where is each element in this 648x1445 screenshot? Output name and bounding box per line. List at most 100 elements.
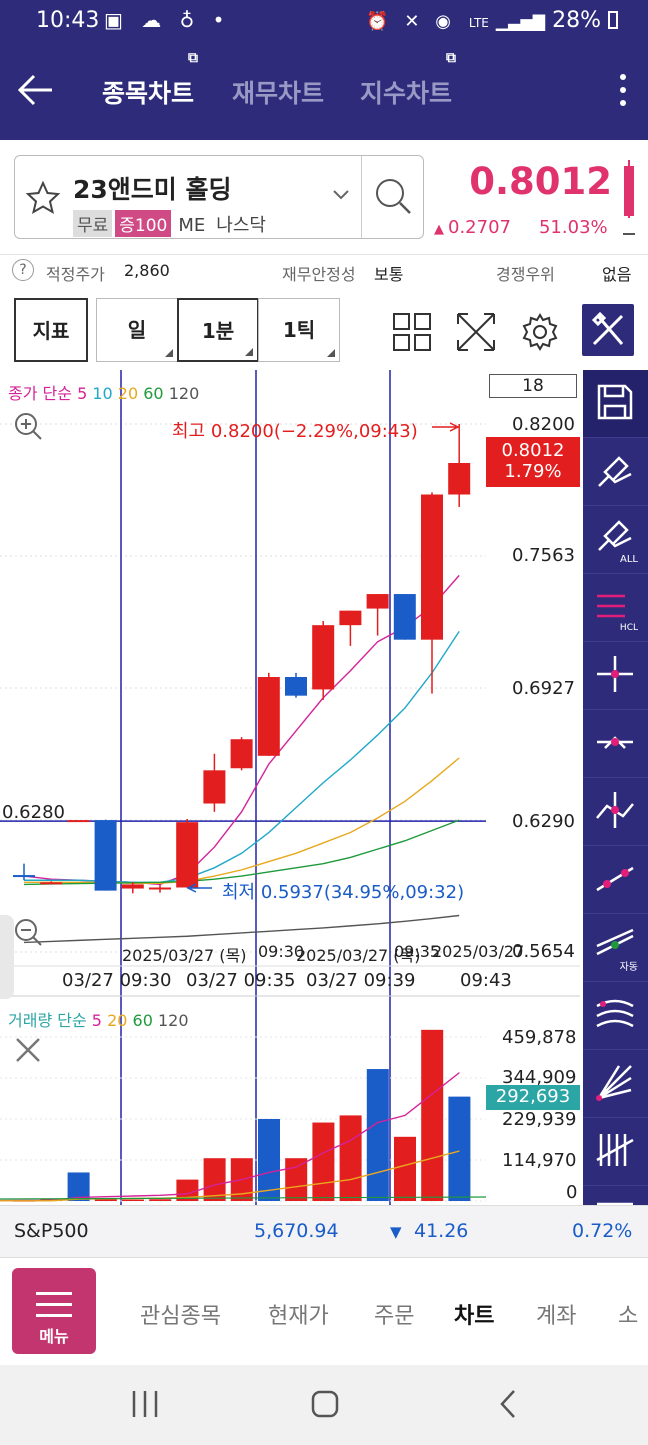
more-menu-icon[interactable]: [616, 70, 630, 110]
candle-body: [176, 822, 199, 888]
side-drawer-handle[interactable]: [0, 915, 14, 999]
top-bar: 10:43 ▣ ☁ ♁ • ⏰ ✕ ◉ LTE ▁▃▅▇ 28% 종목차트 ⧉ …: [0, 0, 648, 140]
zoom-out-icon[interactable]: [12, 916, 44, 948]
x-time-label: 03/27 09:30: [62, 970, 172, 991]
fan-lines-icon: [596, 1065, 632, 1101]
vol-y-tick-label: 229,939: [502, 1109, 577, 1130]
chevron-down-icon[interactable]: [331, 188, 351, 202]
home-icon[interactable]: [310, 1387, 340, 1421]
gear-icon[interactable]: [520, 312, 560, 352]
eraser-all-icon: [598, 520, 632, 551]
y-tick-label: 0.6927: [512, 678, 575, 699]
fair-price-label: 적정주가: [46, 265, 105, 284]
candle-body: [13, 875, 35, 878]
tab-financial-chart[interactable]: 재무차트: [232, 74, 324, 110]
back-nav-icon[interactable]: [494, 1387, 524, 1421]
period-1min-button[interactable]: 1분: [177, 298, 259, 362]
low-annotation: 최저 0.5937(34.95%,09:32): [222, 882, 465, 903]
eraser-all-tool[interactable]: ALL: [583, 506, 648, 574]
volume-bar: [394, 1136, 416, 1201]
last-price-value: 0.8012: [501, 440, 565, 461]
menu-order[interactable]: 주문: [374, 1298, 414, 1330]
last-volume-tag: 292,693: [486, 1085, 580, 1110]
help-icon[interactable]: ?: [12, 259, 34, 281]
star-icon[interactable]: [25, 180, 61, 216]
fan-line-tool[interactable]: [583, 1050, 648, 1118]
crosshair-tool[interactable]: [583, 642, 648, 710]
x-time-label: 09:43: [460, 970, 512, 991]
status-right: ⏰ ✕ ◉ LTE ▁▃▅▇ 28%: [366, 8, 618, 33]
candle-body: [230, 739, 253, 769]
change-percent: 51.03%: [538, 217, 608, 238]
vertical-line-tool[interactable]: [583, 778, 648, 846]
zoom-in-icon[interactable]: [12, 410, 44, 442]
hcl-line-tool[interactable]: HCL: [583, 574, 648, 642]
indicator-button[interactable]: 지표: [14, 298, 88, 362]
tab-stock-chart[interactable]: 종목차트 ⧉: [102, 50, 198, 110]
change-value: 0.2707: [448, 217, 511, 238]
price-chart[interactable]: [0, 370, 580, 1205]
volume-bar: [312, 1122, 335, 1201]
period-lines-icon: [596, 1134, 634, 1166]
index-name: S&P500: [14, 1220, 89, 1242]
volume-bar: [339, 1115, 362, 1201]
valuation-info-row: ? 적정주가 2,860 재무안정성 보통 경쟁우위 없음: [0, 254, 648, 286]
volume-ma-60: 60: [132, 1011, 153, 1030]
last-price-tag: 0.8012 1.79%: [486, 437, 580, 487]
x-date-label: 2025/03/27: [432, 942, 525, 961]
candle-body: [149, 887, 171, 890]
menu-account[interactable]: 계좌: [536, 1298, 576, 1330]
vertical-line-icon: [596, 792, 634, 828]
competitive-label: 경쟁우위: [496, 265, 555, 284]
auto-trend-tool[interactable]: 자동: [583, 914, 648, 982]
chart-canvas[interactable]: [0, 370, 580, 1205]
competitive-value: 없음: [602, 265, 632, 284]
badge-margin: 증100: [115, 210, 172, 237]
price-ma-120: 120: [168, 384, 200, 403]
save-tool[interactable]: [583, 370, 648, 438]
indicator-label: 지표: [32, 319, 70, 343]
menu-label: 메뉴: [39, 1327, 69, 1346]
index-ticker-bar[interactable]: S&P500 5,670.94 ▼ 41.26 0.72%: [0, 1205, 648, 1257]
period-1tick-button[interactable]: 1틱: [258, 298, 340, 362]
menu-current-price[interactable]: 현재가: [268, 1298, 329, 1330]
period-day-button[interactable]: 일: [96, 298, 178, 362]
close-icon[interactable]: [14, 1036, 42, 1064]
tab-link-icon: ⧉: [188, 50, 199, 66]
eraser-all-label: ALL: [620, 554, 638, 565]
fin-stability-value: 보통: [374, 265, 404, 284]
menu-more-partial[interactable]: 소: [618, 1298, 638, 1330]
back-arrow-icon[interactable]: [16, 70, 56, 110]
price-ma-5: 5: [77, 384, 88, 403]
search-button[interactable]: [361, 156, 425, 238]
trend-line-tool[interactable]: [583, 846, 648, 914]
crosshair-price-label: 0.6280: [2, 802, 65, 823]
volume-ma-legend: 거래량 단순 5 20 60 120: [8, 1007, 189, 1031]
menu-chart[interactable]: 차트: [454, 1298, 494, 1330]
main-menu-button[interactable]: 메뉴: [12, 1268, 96, 1354]
status-bar: 10:43 ▣ ☁ ♁ • ⏰ ✕ ◉ LTE ▁▃▅▇ 28%: [0, 0, 648, 44]
fullscreen-icon[interactable]: [456, 312, 496, 352]
grid-layout-icon[interactable]: [392, 312, 432, 352]
horizontal-line-tool[interactable]: [583, 710, 648, 778]
volume-bar: [366, 1069, 389, 1201]
horizontal-line-icon: [597, 736, 633, 749]
eraser-tool[interactable]: [583, 438, 648, 506]
volume-ma-title: 거래량 단순: [8, 1011, 87, 1030]
menu-watchlist[interactable]: 관심종목: [140, 1298, 221, 1330]
volume-ma-20: 20: [107, 1011, 128, 1030]
drawing-tools-toggle[interactable]: [582, 304, 634, 356]
candle-count-box[interactable]: 18: [489, 374, 577, 398]
vol-y-tick-label: 0: [566, 1182, 578, 1203]
battery-text: 28%: [552, 8, 601, 33]
stock-selector[interactable]: 23앤드미 홀딩 무료 증100 ME 나스닥: [14, 155, 424, 239]
system-status-icons: ⏰ ✕ ◉: [366, 11, 456, 32]
tab-index-chart[interactable]: 지수차트 ⧉: [360, 50, 456, 110]
candle-body: [40, 882, 63, 885]
fin-stability-label: 재무안정성: [282, 265, 356, 284]
status-time: 10:43: [36, 8, 100, 33]
recent-apps-icon[interactable]: [130, 1387, 160, 1421]
retracement-tool[interactable]: [583, 1186, 648, 1214]
period-line-tool[interactable]: [583, 1118, 648, 1186]
arc-tool[interactable]: [583, 982, 648, 1050]
